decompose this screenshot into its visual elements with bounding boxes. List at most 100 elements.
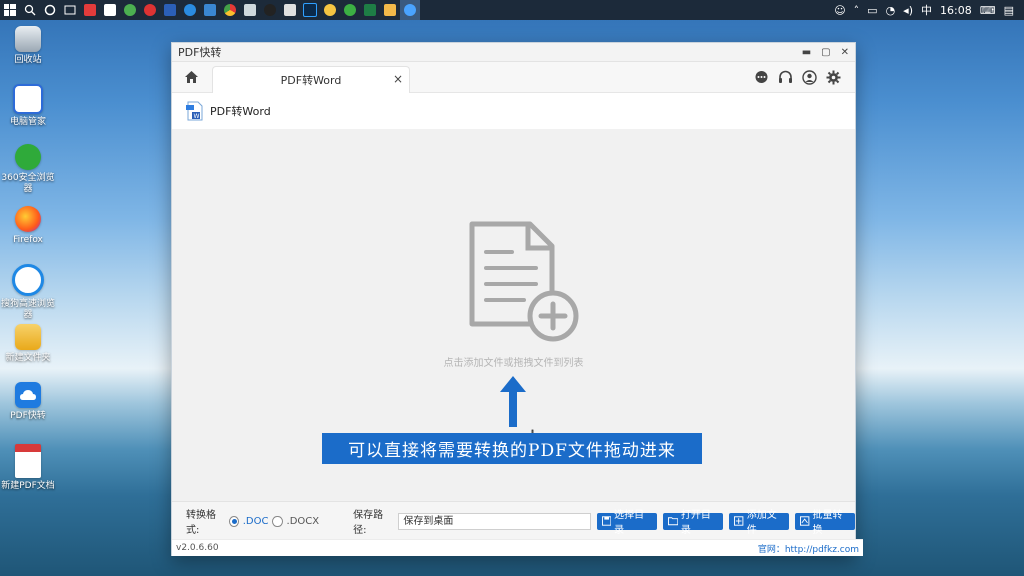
excel-icon[interactable]	[360, 0, 380, 20]
desktop-360-browser[interactable]: 360安全浏览器	[0, 144, 56, 195]
app-red2-icon[interactable]	[140, 0, 160, 20]
format-selector: 转换格式: .DOC .DOCX	[186, 506, 319, 536]
maximize-button[interactable]: ▢	[821, 47, 830, 58]
clock[interactable]: 16:08	[940, 4, 972, 17]
qq-icon[interactable]	[260, 0, 280, 20]
search-icon[interactable]	[20, 0, 40, 20]
app-grey-icon[interactable]	[240, 0, 260, 20]
select-directory-label: 选择目录	[614, 510, 645, 536]
svg-text:W: W	[194, 113, 200, 120]
desktop-item-label: 新建文件夹	[5, 353, 51, 363]
save-path-label: 保存路径:	[353, 510, 384, 536]
app-face-icon[interactable]	[320, 0, 340, 20]
subheader-label: PDF转Word	[210, 105, 271, 118]
people-icon[interactable]: ☺	[834, 4, 845, 17]
desktop-item-label: 回收站	[14, 55, 42, 65]
version-text: v2.0.6.60	[176, 543, 219, 553]
pdf-kuaizhuan-window: PDF快转 ▬ ▢ ✕ PDF转Word × W PDF转Word 点击添加文件…	[171, 42, 863, 556]
save-path-input[interactable]: 保存到桌面	[398, 512, 591, 530]
radio-doc-label[interactable]: .DOC	[243, 516, 269, 527]
select-directory-button[interactable]: 选择目录	[596, 510, 657, 536]
action-buttons: 选择目录 打开目录 添加文件 批量转换	[596, 510, 856, 536]
desktop-sogou-browser[interactable]: 搜狗高速浏览器	[0, 264, 56, 321]
radio-doc[interactable]	[228, 515, 239, 527]
desktop-recycle-bin[interactable]: 回收站	[0, 26, 56, 66]
chrome-icon[interactable]	[220, 0, 240, 20]
add-file-document-icon[interactable]	[466, 220, 581, 345]
sogou-browser-icon	[12, 264, 44, 296]
add-file-label: 添加文件	[746, 510, 777, 536]
recycle-bin-icon	[15, 26, 41, 52]
batch-convert-label: 批量转换	[812, 510, 843, 536]
batch-convert-button[interactable]: 批量转换	[795, 510, 856, 536]
battery-icon[interactable]: ▭	[867, 4, 877, 17]
desktop-firefox[interactable]: Firefox	[0, 206, 56, 246]
save-icon	[601, 516, 612, 526]
desktop-pc-manager[interactable]: 电脑管家	[0, 84, 56, 128]
firefox-icon	[15, 206, 41, 232]
window-titlebar[interactable]: PDF快转 ▬ ▢ ✕	[172, 43, 855, 62]
headset-icon[interactable]	[777, 69, 793, 85]
minimize-button[interactable]: ▬	[802, 47, 811, 58]
desktop-new-pdf[interactable]: 新建PDF文档	[0, 444, 56, 492]
gear-icon[interactable]	[825, 69, 841, 85]
user-icon[interactable]	[801, 69, 817, 85]
close-button[interactable]: ✕	[841, 47, 849, 58]
radio-docx-label[interactable]: .DOCX	[287, 516, 320, 527]
pdf-to-word-icon: W	[186, 101, 203, 121]
browser-360-icon	[15, 144, 41, 170]
tab-label: PDF转Word	[280, 74, 342, 87]
plus-box-icon	[734, 516, 744, 526]
chat-icon[interactable]	[753, 69, 769, 85]
drop-hint-text[interactable]: 点击添加文件或拖拽文件到列表	[172, 354, 855, 369]
tab-close-icon[interactable]: ×	[393, 72, 403, 86]
app-red-icon[interactable]	[80, 0, 100, 20]
pdf-kuaizhuan-app-icon	[15, 382, 41, 408]
desktop-item-label: PDF快转	[10, 411, 46, 421]
keyboard-icon[interactable]: ⌨	[980, 4, 996, 17]
website-link[interactable]: 官网：http://pdfkz.com	[758, 542, 859, 555]
app-blue-icon[interactable]	[200, 0, 220, 20]
desktop-new-folder[interactable]: 新建文件夹	[0, 324, 56, 364]
app-white-icon[interactable]	[100, 0, 120, 20]
home-icon[interactable]	[182, 68, 200, 86]
status-bar: v2.0.6.60 官网：http://pdfkz.com	[172, 539, 863, 556]
file-drop-area[interactable]: 点击添加文件或拖拽文件到列表 可以直接将需要转换的PDF文件拖动进来	[172, 129, 855, 501]
convert-icon	[800, 516, 810, 526]
photoshop-icon[interactable]	[300, 0, 320, 20]
tab-bar: PDF转Word ×	[172, 62, 855, 93]
radio-docx[interactable]	[272, 515, 283, 527]
app-img-icon[interactable]	[280, 0, 300, 20]
desktop-item-label: 360安全浏览器	[1, 173, 55, 194]
system-tray: ☺ ˄ ▭ ◔ ◂) 中 16:08 ⌨ ▤	[834, 0, 1024, 20]
chevron-up-icon[interactable]: ˄	[854, 4, 860, 17]
options-bar: 转换格式: .DOC .DOCX 保存路径: 保存到桌面 选择目录 打开目录 添…	[172, 501, 856, 540]
tab-pdf-to-word[interactable]: PDF转Word ×	[212, 66, 410, 93]
open-directory-label: 打开目录	[680, 510, 711, 536]
tool-subheader: W PDF转Word	[172, 93, 855, 130]
desktop-item-label: 新建PDF文档	[1, 481, 55, 491]
app-green-icon[interactable]	[120, 0, 140, 20]
edge-icon[interactable]	[180, 0, 200, 20]
window-controls: ▬ ▢ ✕	[802, 47, 849, 58]
notification-icon[interactable]: ▤	[1004, 4, 1014, 17]
app-image-icon[interactable]	[380, 0, 400, 20]
volume-icon[interactable]: ◂)	[903, 4, 913, 17]
pdf-file-icon	[15, 444, 41, 478]
network-icon[interactable]: ◔	[886, 4, 896, 17]
desktop-item-label: Firefox	[13, 235, 43, 245]
windows-start-icon[interactable]	[0, 0, 20, 20]
desktop-pdf-kuaizhuan[interactable]: PDF快转	[0, 382, 56, 422]
task-view-icon[interactable]	[60, 0, 80, 20]
app-word-icon[interactable]	[160, 0, 180, 20]
wechat-icon[interactable]	[340, 0, 360, 20]
folder-open-icon	[667, 517, 678, 526]
pc-manager-icon	[13, 84, 43, 114]
open-directory-button[interactable]: 打开目录	[662, 510, 724, 536]
cortana-icon[interactable]	[40, 0, 60, 20]
ime-indicator[interactable]: 中	[921, 2, 932, 18]
window-title: PDF快转	[178, 46, 222, 59]
pdf-kuaizhuan-taskbar-icon[interactable]	[400, 0, 420, 20]
add-file-button[interactable]: 添加文件	[729, 510, 790, 536]
folder-icon	[15, 324, 41, 350]
